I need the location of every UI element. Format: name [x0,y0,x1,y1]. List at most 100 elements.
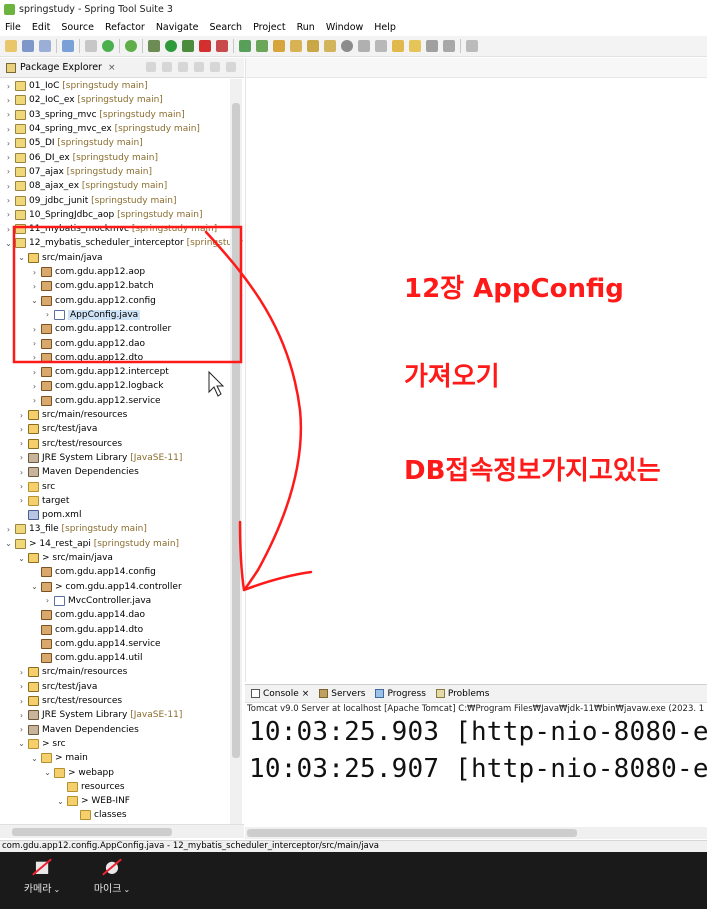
view-menu-icon[interactable] [194,62,204,72]
microphone-button[interactable]: ● 마이크⌄ [82,858,142,896]
new-class-icon[interactable] [256,40,268,52]
perspective-icon[interactable] [466,40,478,52]
back-arrow-icon[interactable] [426,40,438,52]
tree-item[interactable]: › 13_file [springstudy main] [0,522,147,536]
chevron-right-icon[interactable]: › [4,82,13,91]
new-icon[interactable] [5,40,17,52]
tree-item[interactable]: › 02_IoC_ex [springstudy main] [0,93,163,107]
tree-item[interactable]: › com.gdu.app12.aop [0,265,145,279]
open-task-icon[interactable] [290,40,302,52]
menu-navigate[interactable]: Navigate [156,22,199,33]
menu-window[interactable]: Window [326,22,363,33]
scrollbar-thumb[interactable] [232,103,240,758]
tree-item[interactable]: › com.gdu.app12.controller [0,322,171,336]
chevron-right-icon[interactable]: › [30,353,39,362]
tree-item[interactable]: › target [0,494,69,508]
package-explorer-tab[interactable]: Package Explorer [20,62,102,73]
tab-servers[interactable]: Servers [319,689,365,699]
chevron-right-icon[interactable]: › [30,268,39,277]
tree-item[interactable]: ⌄ com.gdu.app12.config [0,294,156,308]
chevron-right-icon[interactable]: › [30,325,39,334]
tree-item[interactable]: › com.gdu.app12.service [0,394,161,408]
chevron-right-icon[interactable]: › [17,682,26,691]
link-editor-icon[interactable] [162,62,172,72]
package-explorer-tree[interactable]: › 01_IoC [springstudy main] › 02_IoC_ex [sp… [0,79,244,824]
back-edit-icon[interactable] [392,40,404,52]
close-icon[interactable]: × [302,689,310,699]
tree-item[interactable]: › MvcController.java [0,594,151,608]
explorer-horizontal-scrollbar[interactable] [0,824,244,838]
tree-item[interactable]: › 04_spring_mvc_ex [springstudy main] [0,122,200,136]
tree-item[interactable]: › com.gdu.app12.batch [0,279,154,293]
menu-edit[interactable]: Edit [32,22,50,33]
terminal-icon[interactable] [62,40,74,52]
tab-problems[interactable]: Problems [435,689,489,699]
tree-item[interactable]: › src/test/resources [0,694,122,708]
debug-icon[interactable] [148,40,160,52]
explorer-vertical-scrollbar[interactable] [230,79,242,824]
tree-item[interactable]: com.gdu.app14.util [0,651,143,665]
forward-edit-icon[interactable] [409,40,421,52]
tree-item[interactable]: classes [0,808,127,822]
save-all-icon[interactable] [39,40,51,52]
open-type-icon[interactable] [273,40,285,52]
tree-item[interactable]: ⌄ > com.gdu.app14.controller [0,580,182,594]
stop-icon[interactable] [199,40,211,52]
chevron-down-icon[interactable]: ⌄ [53,885,60,894]
chevron-down-icon[interactable]: ⌄ [17,739,26,748]
chevron-right-icon[interactable]: › [17,411,26,420]
chevron-right-icon[interactable]: › [4,196,13,205]
chevron-right-icon[interactable]: › [43,310,52,319]
tree-item[interactable]: › 08_ajax_ex [springstudy main] [0,179,167,193]
tree-item[interactable]: ⌄ 12_mybatis_scheduler_interceptor [sprin… [0,236,243,250]
chevron-right-icon[interactable]: › [4,525,13,534]
chevron-right-icon[interactable]: › [30,382,39,391]
focus-icon[interactable] [178,62,188,72]
tree-item[interactable]: com.gdu.app14.service [0,637,161,651]
tab-progress[interactable]: Progress [375,689,426,699]
chevron-right-icon[interactable]: › [17,725,26,734]
run-external-icon[interactable] [182,40,194,52]
menu-source[interactable]: Source [61,22,94,33]
tree-item[interactable]: ⌄ src/main/java [0,251,103,265]
tree-item[interactable]: resources [0,780,125,794]
chevron-right-icon[interactable]: › [30,368,39,377]
chevron-right-icon[interactable]: › [17,697,26,706]
tree-item[interactable]: ⌄ > src [0,737,66,751]
skip-breakpoints-icon[interactable] [85,40,97,52]
new-spring-icon[interactable] [239,40,251,52]
tree-item[interactable]: ⌄ > webapp [0,765,114,779]
tree-item[interactable]: › 03_spring_mvc [springstudy main] [0,108,185,122]
chevron-right-icon[interactable]: › [30,282,39,291]
chevron-down-icon[interactable]: ⌄ [30,582,39,591]
tree-item[interactable]: › com.gdu.app12.dao [0,336,145,350]
chevron-right-icon[interactable]: › [17,496,26,505]
tree-item[interactable]: › Maven Dependencies [0,723,139,737]
chevron-right-icon[interactable]: › [4,210,13,219]
tree-item[interactable]: › 09_jdbc_junit [springstudy main] [0,193,176,207]
tree-item[interactable]: › src/test/java [0,422,97,436]
next-annotation-icon[interactable] [358,40,370,52]
menu-search[interactable]: Search [209,22,242,33]
minimize-icon[interactable] [210,62,220,72]
chevron-right-icon[interactable]: › [4,125,13,134]
tree-item[interactable]: › 01_IoC [springstudy main] [0,79,148,93]
tree-item[interactable]: › 06_DI_ex [springstudy main] [0,151,158,165]
tree-item[interactable]: › 05_DI [springstudy main] [0,136,143,150]
tree-item[interactable]: pom.xml [0,508,81,522]
tree-item[interactable]: › src/main/resources [0,408,127,422]
chevron-right-icon[interactable]: › [4,167,13,176]
menu-help[interactable]: Help [374,22,396,33]
tree-item[interactable]: › com.gdu.app12.logback [0,379,163,393]
chevron-right-icon[interactable]: › [4,110,13,119]
menu-refactor[interactable]: Refactor [105,22,145,33]
chevron-right-icon[interactable]: › [30,339,39,348]
collapse-all-icon[interactable] [146,62,156,72]
run-icon[interactable] [165,40,177,52]
chevron-right-icon[interactable]: › [17,425,26,434]
menu-run[interactable]: Run [297,22,315,33]
tab-console[interactable]: Console × [251,689,309,699]
chevron-down-icon[interactable]: ⌄ [17,554,26,563]
chevron-down-icon[interactable]: ⌄ [30,296,39,305]
save-icon[interactable] [22,40,34,52]
